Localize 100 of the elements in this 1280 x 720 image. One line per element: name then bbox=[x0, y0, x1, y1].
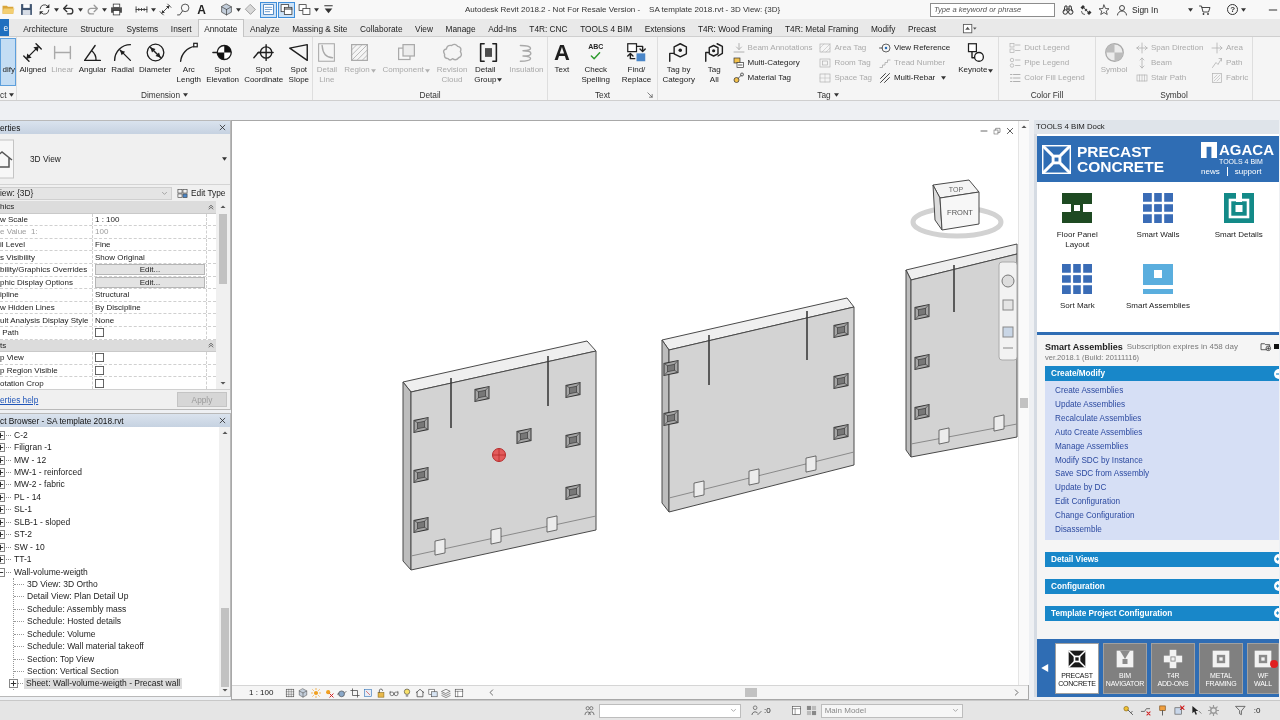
property-value[interactable]: None bbox=[93, 314, 207, 326]
checkbox[interactable] bbox=[95, 366, 104, 375]
tree-item[interactable]: MW-1 - reinforced bbox=[12, 467, 84, 479]
dock-tool-button[interactable]: Floor Panel Layout bbox=[1037, 193, 1118, 264]
ribbon-tab[interactable]: Extensions bbox=[638, 20, 692, 36]
command-link[interactable]: Create Assemblies bbox=[1055, 384, 1279, 398]
tree-item[interactable]: Schedule: Hosted details bbox=[25, 616, 124, 628]
cube-icon[interactable] bbox=[298, 687, 309, 698]
tree-item[interactable]: ST-2 bbox=[12, 529, 34, 541]
ribbon-tab[interactable]: Add-Ins bbox=[481, 20, 523, 36]
expand-box-icon[interactable] bbox=[0, 430, 5, 440]
expand-half-circle-icon[interactable] bbox=[1274, 608, 1279, 619]
ribbon-small-button[interactable]: Multi-Rebar bbox=[877, 71, 952, 84]
ribbon-button[interactable]: Keynote bbox=[956, 38, 996, 76]
panel-toggle-icon[interactable] bbox=[962, 22, 979, 34]
stacked-windows-icon[interactable] bbox=[428, 687, 439, 698]
person-edit-icon[interactable] bbox=[751, 705, 762, 716]
ribbon-button[interactable]: Radial bbox=[109, 38, 136, 76]
caret-icon[interactable] bbox=[497, 78, 503, 83]
accordion-header[interactable]: Configuration bbox=[1045, 578, 1279, 594]
expand-box-icon[interactable] bbox=[0, 530, 5, 540]
ribbon-button[interactable]: Tag All bbox=[701, 38, 727, 86]
caret-icon[interactable] bbox=[236, 7, 241, 12]
accordion-header[interactable]: Create/Modify bbox=[1045, 366, 1279, 381]
ribbon-tab[interactable]: Collaborate bbox=[353, 20, 409, 36]
instance-filter-dropdown[interactable]: iew: {3D} bbox=[0, 186, 172, 200]
house-icon[interactable] bbox=[415, 687, 426, 698]
launcher-icon[interactable] bbox=[647, 91, 653, 98]
toolbar-button[interactable] bbox=[278, 1, 295, 18]
property-value[interactable]: Structural bbox=[93, 289, 207, 301]
expand-box-icon[interactable] bbox=[0, 517, 5, 527]
scroll-up-icon[interactable] bbox=[221, 430, 228, 436]
toolbar-button[interactable] bbox=[108, 1, 125, 18]
collapse-icon[interactable] bbox=[208, 203, 214, 210]
table-icon[interactable] bbox=[454, 687, 465, 698]
toolbar-button[interactable] bbox=[157, 1, 174, 18]
cross-box-icon[interactable] bbox=[1173, 705, 1185, 716]
binoculars-icon[interactable] bbox=[1062, 3, 1074, 16]
command-link[interactable]: Edit Configuration bbox=[1055, 495, 1279, 510]
four-squares-icon[interactable] bbox=[805, 705, 817, 716]
crossed-line-icon[interactable] bbox=[1139, 705, 1151, 716]
ribbon-tab[interactable]: T4R: Wood Framing bbox=[691, 20, 779, 36]
accordion-header[interactable]: Template Project Configuration bbox=[1045, 605, 1279, 621]
tree-item[interactable]: Detail View: Plan Detail Up bbox=[25, 591, 131, 603]
command-link[interactable]: Save SDC from Assembly bbox=[1055, 467, 1279, 482]
scrollbar-thumb[interactable] bbox=[220, 608, 229, 687]
banner-link[interactable]: support bbox=[1234, 167, 1262, 176]
edit-button[interactable]: Edit... bbox=[95, 276, 205, 288]
ribbon-tab[interactable]: Precast bbox=[901, 20, 943, 36]
expand-box-icon[interactable] bbox=[0, 480, 5, 490]
folder-add-icon[interactable] bbox=[1260, 341, 1272, 352]
caret-icon[interactable] bbox=[222, 157, 227, 161]
tree-item[interactable]: Section: Vertical Section bbox=[25, 666, 121, 678]
expand-box-icon[interactable] bbox=[0, 542, 5, 552]
caret-icon[interactable] bbox=[833, 92, 839, 97]
vertical-scrollbar[interactable] bbox=[1018, 121, 1029, 685]
star-icon[interactable] bbox=[1098, 3, 1110, 16]
scrollbar-thumb[interactable] bbox=[218, 214, 227, 284]
key-icon[interactable] bbox=[1122, 705, 1134, 716]
collapse-box-icon[interactable] bbox=[0, 567, 5, 577]
ribbon-group-label[interactable]: Tag bbox=[817, 89, 831, 100]
view-scale[interactable]: 1 : 100 bbox=[249, 688, 274, 697]
expand-half-circle-icon[interactable] bbox=[1274, 554, 1279, 565]
toolbar-button[interactable]: A bbox=[193, 1, 210, 18]
ribbon-small-button[interactable]: Material Tag bbox=[731, 71, 814, 84]
caret-icon[interactable] bbox=[183, 92, 189, 97]
ribbon-tab[interactable]: TOOLS 4 BIM bbox=[573, 20, 639, 36]
tree-item[interactable]: MW - 12 bbox=[12, 454, 49, 466]
tree-item[interactable]: Schedule: Assembly mass bbox=[25, 603, 129, 615]
collapse-icon[interactable] bbox=[208, 342, 214, 349]
toolbar-button[interactable] bbox=[296, 1, 313, 18]
ribbon-button[interactable]: Tag by Category bbox=[660, 38, 697, 86]
tree-item[interactable]: PL - 14 bbox=[12, 491, 44, 503]
sign-in-button[interactable]: Sign In bbox=[1116, 3, 1159, 16]
expand-box-icon[interactable] bbox=[0, 555, 5, 565]
ribbon-tab[interactable]: Massing & Site bbox=[285, 20, 354, 36]
crossed-sun-icon[interactable] bbox=[324, 687, 335, 698]
tree-item[interactable]: Sheet: Wall-volume-weigth - Precast wall bbox=[24, 678, 183, 690]
expand-box-icon[interactable] bbox=[0, 468, 5, 478]
caret-icon[interactable] bbox=[102, 7, 107, 12]
tree-item[interactable]: Section: Top View bbox=[25, 653, 97, 665]
expand-box-icon[interactable] bbox=[0, 492, 5, 502]
tree-item[interactable]: C-2 bbox=[12, 429, 30, 441]
people-icon[interactable] bbox=[584, 705, 595, 716]
expand-box-icon[interactable] bbox=[0, 443, 5, 453]
ribbon-button[interactable]: A Text bbox=[551, 38, 572, 76]
checkbox[interactable] bbox=[95, 378, 104, 388]
pin-icon[interactable] bbox=[1156, 705, 1168, 716]
cart-icon[interactable] bbox=[1199, 3, 1212, 16]
toolbar-button[interactable] bbox=[18, 1, 35, 18]
ribbon-button[interactable]: Detail Group bbox=[472, 38, 505, 86]
ribbon-button[interactable]: Spot Elevation bbox=[204, 38, 242, 86]
lightbulb-icon[interactable] bbox=[402, 687, 413, 698]
ribbon-group-label[interactable]: Dimension bbox=[140, 89, 181, 100]
caret-icon[interactable] bbox=[54, 7, 59, 12]
tree-item[interactable]: MW-2 - fabric bbox=[12, 479, 67, 491]
edit-button[interactable]: Edit... bbox=[95, 264, 205, 276]
caret-icon[interactable] bbox=[988, 68, 994, 73]
ribbon-tab[interactable]: Architecture bbox=[17, 20, 74, 36]
ribbon-tab[interactable]: Modify bbox=[864, 20, 902, 36]
